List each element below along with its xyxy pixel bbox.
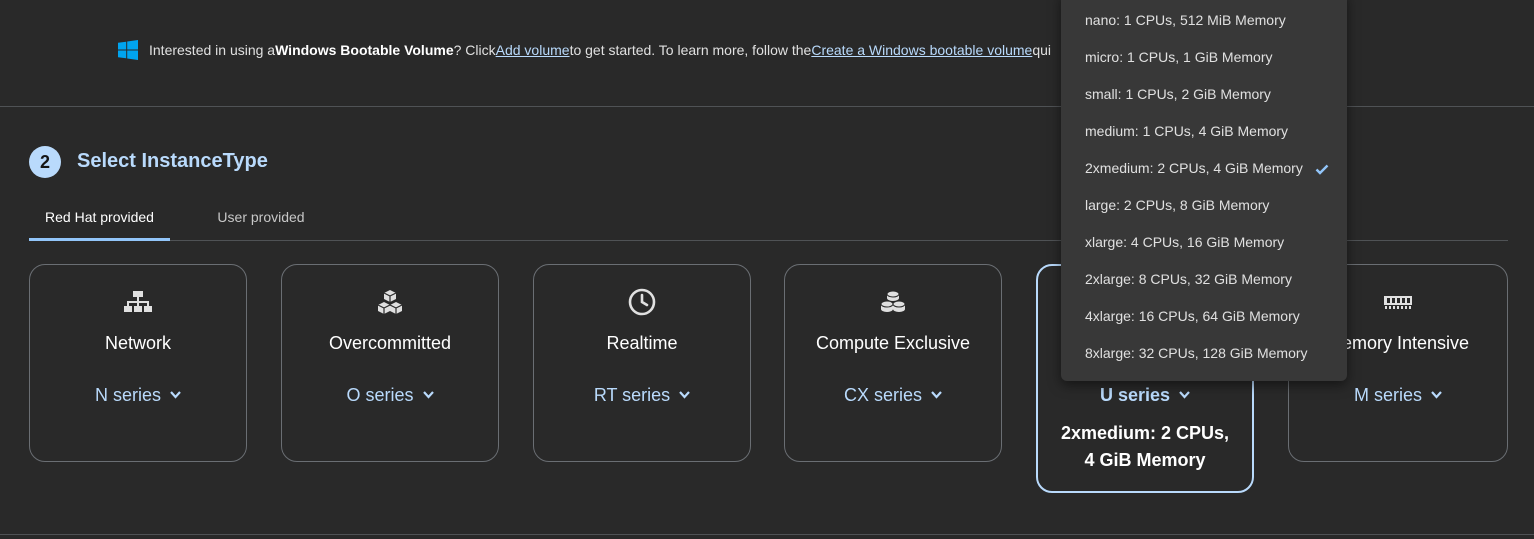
- chevron-down-icon: [422, 391, 434, 399]
- menu-item-micro[interactable]: micro: 1 CPUs, 1 GiB Memory: [1061, 39, 1347, 76]
- windows-icon: [118, 40, 138, 60]
- clock-icon: [627, 287, 657, 317]
- add-volume-link[interactable]: Add volume: [496, 42, 570, 58]
- checkmark-icon: [1315, 164, 1329, 175]
- menu-item-2xlarge[interactable]: 2xlarge: 8 CPUs, 32 GiB Memory: [1061, 261, 1347, 298]
- series-label: M series: [1353, 385, 1422, 405]
- series-dropdown-toggle[interactable]: M series: [1289, 385, 1507, 406]
- selected-size-line1: 2xmedium: 2 CPUs,: [1060, 423, 1230, 443]
- card-title: Realtime: [606, 333, 678, 353]
- card-realtime[interactable]: Realtime RT series: [533, 264, 751, 462]
- chevron-down-icon: [679, 391, 691, 399]
- series-dropdown-toggle[interactable]: U series: [1038, 385, 1252, 406]
- selected-size-detail: 2xmedium: 2 CPUs, 4 GiB Memory: [1038, 420, 1252, 474]
- menu-item-label: large: 2 CPUs, 8 GiB Memory: [1085, 197, 1270, 213]
- menu-item-label: 2xmedium: 2 CPUs, 4 GiB Memory: [1085, 160, 1303, 176]
- series-label: U series: [1099, 385, 1171, 405]
- menu-item-label: 8xlarge: 32 CPUs, 128 GiB Memory: [1085, 345, 1308, 361]
- menu-item-label: small: 1 CPUs, 2 GiB Memory: [1085, 86, 1271, 102]
- selected-size-line2: 4 GiB Memory: [1084, 450, 1206, 470]
- menu-item-medium[interactable]: medium: 1 CPUs, 4 GiB Memory: [1061, 113, 1347, 150]
- chevron-down-icon: [1431, 391, 1442, 399]
- step-number-badge: 2: [29, 146, 61, 178]
- chevron-down-icon: [1179, 391, 1190, 399]
- instancetype-page: Interested in using a Windows Bootable V…: [0, 0, 1534, 539]
- banner-text-pre: Interested in using a: [149, 42, 276, 58]
- series-label: O series: [346, 385, 414, 405]
- series-label: RT series: [593, 385, 671, 405]
- series-dropdown-toggle[interactable]: RT series: [534, 385, 750, 406]
- card-title: emory Intensive: [1341, 333, 1469, 353]
- menu-item-small[interactable]: small: 1 CPUs, 2 GiB Memory: [1061, 76, 1347, 113]
- menu-item-2xmedium[interactable]: 2xmedium: 2 CPUs, 4 GiB Memory: [1061, 150, 1347, 187]
- series-dropdown-toggle[interactable]: CX series: [785, 385, 1001, 406]
- cubes-icon: [375, 287, 405, 317]
- menu-item-4xlarge[interactable]: 4xlarge: 16 CPUs, 64 GiB Memory: [1061, 298, 1347, 335]
- card-network[interactable]: Network N series: [29, 264, 247, 462]
- tab-user-provided[interactable]: User provided: [192, 200, 330, 238]
- tab-red-hat-provided[interactable]: Red Hat provided: [29, 200, 170, 241]
- series-label: N series: [94, 385, 161, 405]
- network-icon: [123, 287, 153, 317]
- series-dropdown-toggle[interactable]: N series: [30, 385, 246, 406]
- card-title: Compute Exclusive: [815, 333, 971, 353]
- chevron-down-icon: [170, 391, 181, 399]
- menu-item-8xlarge[interactable]: 8xlarge: 32 CPUs, 128 GiB Memory: [1061, 335, 1347, 372]
- stacked-disks-icon: [878, 287, 908, 317]
- menu-item-label: micro: 1 CPUs, 1 GiB Memory: [1085, 49, 1273, 65]
- menu-item-label: nano: 1 CPUs, 512 MiB Memory: [1085, 12, 1286, 28]
- banner-text-mid2: to get started. To learn more, follow th…: [569, 42, 812, 58]
- card-compute-exclusive[interactable]: Compute Exclusive CX series: [784, 264, 1002, 462]
- menu-item-large[interactable]: large: 2 CPUs, 8 GiB Memory: [1061, 187, 1347, 224]
- section-title: Select InstanceType: [77, 150, 268, 172]
- banner-text-tail: qui: [1032, 42, 1052, 58]
- series-dropdown-toggle[interactable]: O series: [282, 385, 498, 406]
- menu-item-xlarge[interactable]: xlarge: 4 CPUs, 16 GiB Memory: [1061, 224, 1347, 261]
- banner-text-mid1: ? Click: [453, 42, 496, 58]
- menu-item-label: 4xlarge: 16 CPUs, 64 GiB Memory: [1085, 308, 1300, 324]
- card-title: Network: [104, 333, 171, 353]
- size-dropdown-menu: nano: 1 CPUs, 512 MiB Memory micro: 1 CP…: [1061, 0, 1347, 381]
- menu-item-label: 2xlarge: 8 CPUs, 32 GiB Memory: [1085, 271, 1292, 287]
- menu-item-label: xlarge: 4 CPUs, 16 GiB Memory: [1085, 234, 1285, 250]
- windows-volume-banner: Interested in using a Windows Bootable V…: [118, 40, 1051, 60]
- menu-item-label: medium: 1 CPUs, 4 GiB Memory: [1085, 123, 1289, 139]
- series-label: CX series: [843, 385, 922, 405]
- chevron-down-icon: [931, 391, 942, 399]
- memory-icon: [1383, 287, 1413, 317]
- create-windows-volume-link[interactable]: Create a Windows bootable volume: [811, 42, 1032, 58]
- card-overcommitted[interactable]: Overcommitted O series: [281, 264, 499, 462]
- section-divider-bottom: [0, 534, 1534, 535]
- menu-item-nano[interactable]: nano: 1 CPUs, 512 MiB Memory: [1061, 2, 1347, 39]
- banner-bold-text: Windows Bootable Volume: [275, 42, 454, 58]
- card-title: Overcommitted: [328, 333, 452, 353]
